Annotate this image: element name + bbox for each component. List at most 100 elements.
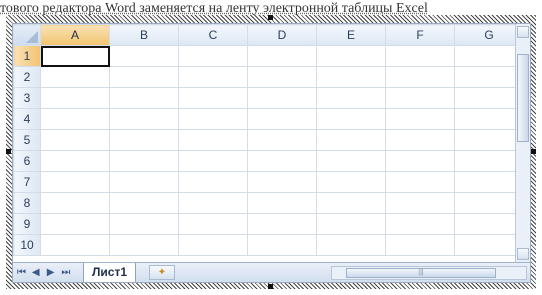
cell-g10[interactable] [454, 234, 524, 256]
vertical-scroll-thumb[interactable] [517, 54, 529, 142]
cell-b4[interactable] [109, 108, 179, 130]
insert-sheet-icon[interactable]: ✦ [149, 265, 175, 280]
cell-f5[interactable] [385, 129, 455, 151]
cell-g9[interactable] [454, 213, 524, 235]
cell-g3[interactable] [454, 87, 524, 109]
row-header[interactable]: 5 [13, 129, 41, 151]
cell-a7[interactable] [40, 171, 110, 193]
cell-b8[interactable] [109, 192, 179, 214]
cell-e6[interactable] [316, 150, 386, 172]
cell-b9[interactable] [109, 213, 179, 235]
cell-f8[interactable] [385, 192, 455, 214]
cell-a1[interactable] [40, 45, 110, 67]
cell-f4[interactable] [385, 108, 455, 130]
cell-e5[interactable] [316, 129, 386, 151]
cell-d6[interactable] [247, 150, 317, 172]
prev-sheet-icon[interactable]: ◀ [32, 267, 42, 278]
cell-g8[interactable] [454, 192, 524, 214]
cell-d8[interactable] [247, 192, 317, 214]
last-sheet-icon[interactable]: ⏭ [61, 267, 71, 278]
cell-f1[interactable] [385, 45, 455, 67]
row-header[interactable]: 9 [13, 213, 41, 235]
row-header[interactable]: 1 [13, 45, 41, 67]
cell-e10[interactable] [316, 234, 386, 256]
cell-g6[interactable] [454, 150, 524, 172]
cell-c3[interactable] [178, 87, 248, 109]
cell-d10[interactable] [247, 234, 317, 256]
cell-a6[interactable] [40, 150, 110, 172]
sheet-tab-list1[interactable]: Лист1 [83, 263, 137, 282]
scroll-up-button[interactable] [517, 26, 529, 38]
resize-handle-left[interactable] [6, 149, 11, 154]
horizontal-scrollbar[interactable]: ||| [331, 266, 527, 280]
select-all-corner[interactable] [13, 24, 41, 46]
column-header-a[interactable]: A [40, 24, 110, 46]
cell-a10[interactable] [40, 234, 110, 256]
column-header-b[interactable]: B [109, 24, 179, 46]
cell-c4[interactable] [178, 108, 248, 130]
cell-e3[interactable] [316, 87, 386, 109]
cell-d4[interactable] [247, 108, 317, 130]
row-header[interactable]: 3 [13, 87, 41, 109]
cell-g4[interactable] [454, 108, 524, 130]
cell-b1[interactable] [109, 45, 179, 67]
spreadsheet-grid[interactable]: A B C D E F G 1 2 3 4 5 6 7 8 9 10 ⏮ ◀ ▶ ⏭ Лист1 … [12, 23, 531, 283]
cell-e7[interactable] [316, 171, 386, 193]
cell-g1[interactable] [454, 45, 524, 67]
cell-b6[interactable] [109, 150, 179, 172]
row-header[interactable]: 4 [13, 108, 41, 130]
cell-d5[interactable] [247, 129, 317, 151]
row-header[interactable]: 8 [13, 192, 41, 214]
cell-f10[interactable] [385, 234, 455, 256]
column-header-f[interactable]: F [385, 24, 455, 46]
cell-a2[interactable] [40, 66, 110, 88]
cell-f9[interactable] [385, 213, 455, 235]
cell-a4[interactable] [40, 108, 110, 130]
cell-b5[interactable] [109, 129, 179, 151]
cell-c1[interactable] [178, 45, 248, 67]
row-header[interactable]: 2 [13, 66, 41, 88]
cell-a9[interactable] [40, 213, 110, 235]
cell-g2[interactable] [454, 66, 524, 88]
cell-d3[interactable] [247, 87, 317, 109]
scroll-down-button[interactable] [517, 248, 529, 260]
cell-c2[interactable] [178, 66, 248, 88]
cell-c10[interactable] [178, 234, 248, 256]
cell-f3[interactable] [385, 87, 455, 109]
row-header[interactable]: 10 [13, 234, 41, 256]
cell-g5[interactable] [454, 129, 524, 151]
cell-b2[interactable] [109, 66, 179, 88]
column-header-g[interactable]: G [454, 24, 524, 46]
cell-e9[interactable] [316, 213, 386, 235]
cell-e4[interactable] [316, 108, 386, 130]
cell-a8[interactable] [40, 192, 110, 214]
cell-c9[interactable] [178, 213, 248, 235]
cell-b7[interactable] [109, 171, 179, 193]
row-header[interactable]: 6 [13, 150, 41, 172]
cell-b10[interactable] [109, 234, 179, 256]
cell-c8[interactable] [178, 192, 248, 214]
horizontal-scroll-thumb[interactable]: ||| [346, 268, 496, 278]
cell-d9[interactable] [247, 213, 317, 235]
row-header[interactable]: 7 [13, 171, 41, 193]
cell-b3[interactable] [109, 87, 179, 109]
next-sheet-icon[interactable]: ▶ [47, 267, 57, 278]
resize-handle-right[interactable] [531, 149, 536, 154]
resize-handle-bottom[interactable] [268, 284, 273, 289]
cell-f7[interactable] [385, 171, 455, 193]
vertical-scrollbar[interactable] [515, 24, 530, 262]
column-header-d[interactable]: D [247, 24, 317, 46]
cell-f2[interactable] [385, 66, 455, 88]
cell-g7[interactable] [454, 171, 524, 193]
cell-e2[interactable] [316, 66, 386, 88]
cell-d1[interactable] [247, 45, 317, 67]
column-header-e[interactable]: E [316, 24, 386, 46]
cell-a5[interactable] [40, 129, 110, 151]
cell-d7[interactable] [247, 171, 317, 193]
cell-c5[interactable] [178, 129, 248, 151]
resize-handle-top[interactable] [268, 15, 273, 20]
cell-c7[interactable] [178, 171, 248, 193]
cell-f6[interactable] [385, 150, 455, 172]
cell-d2[interactable] [247, 66, 317, 88]
column-header-c[interactable]: C [178, 24, 248, 46]
